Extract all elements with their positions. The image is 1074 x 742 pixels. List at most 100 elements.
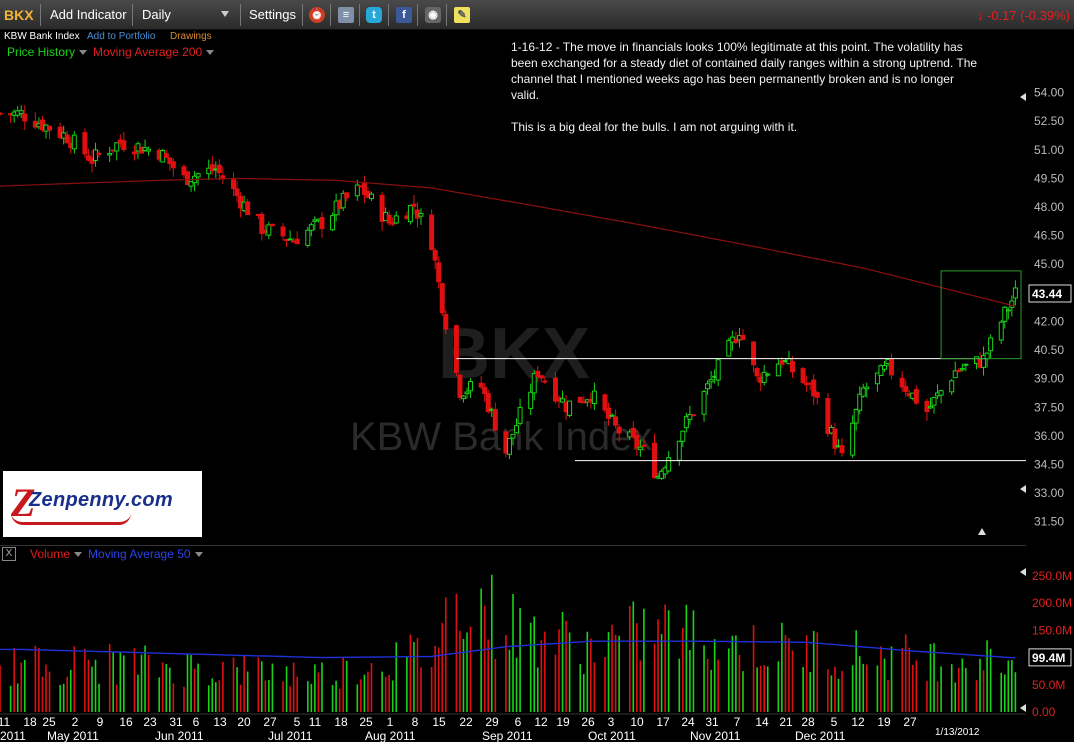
candle-body — [740, 334, 746, 340]
candle-body — [913, 389, 919, 404]
month-label: 2011 — [0, 729, 26, 742]
candle-body — [765, 373, 771, 376]
candle-body — [245, 201, 251, 216]
candle-body — [269, 223, 275, 226]
candle-body — [468, 380, 474, 392]
candle-body — [984, 352, 990, 360]
scroll-up-icon — [978, 528, 986, 535]
month-label: May 2011 — [47, 729, 99, 742]
candle-body — [789, 361, 795, 373]
candle-body — [800, 368, 806, 383]
candle-body — [715, 359, 721, 381]
candle-body — [0, 112, 3, 115]
date-tick-label: 24 — [681, 715, 695, 729]
price-tick-label: 40.50 — [1034, 343, 1064, 357]
zenpenny-logo: Z Zenpenny.com — [3, 471, 202, 537]
candle-body — [567, 400, 573, 416]
price-tick-label: 51.00 — [1034, 143, 1064, 157]
price-tick-label: 36.00 — [1034, 429, 1064, 443]
date-tick-label: 19 — [556, 715, 570, 729]
candle-body — [114, 142, 120, 152]
candle-body — [436, 262, 442, 283]
candle-body — [131, 151, 137, 155]
price-tick-label: 48.00 — [1034, 200, 1064, 214]
date-tick-label: 22 — [459, 715, 473, 729]
candle-body — [216, 164, 222, 174]
candle-body — [850, 422, 856, 456]
candle-body — [460, 395, 466, 400]
volume-tick-label: 200.0M — [1032, 596, 1072, 610]
candle-body — [857, 393, 863, 411]
candle-body — [47, 125, 53, 131]
candle-body — [107, 153, 113, 156]
candle-body — [528, 391, 534, 409]
candle-body — [195, 173, 201, 178]
volume-tick-label: 250.0M — [1032, 569, 1072, 583]
candle-body — [889, 358, 895, 376]
candle-body — [439, 283, 445, 314]
candle-body — [609, 414, 615, 417]
date-tick-label: 25 — [42, 715, 56, 729]
note-paragraph: 1-16-12 - The move in financials looks 1… — [511, 40, 978, 102]
candle-body — [616, 426, 622, 434]
candle-body — [82, 132, 88, 155]
moving-average-50-line — [0, 640, 1016, 659]
candle-body — [899, 377, 905, 388]
candle-body — [231, 179, 237, 190]
scroll-left-icon — [1020, 485, 1026, 493]
candle-body — [959, 368, 965, 371]
date-tick-label: 29 — [485, 715, 499, 729]
month-label: Nov 2011 — [690, 729, 741, 742]
date-tick-label: 14 — [755, 715, 769, 729]
candle-body — [411, 203, 417, 207]
date-tick-label: 27 — [903, 715, 917, 729]
price-tick-label: 37.50 — [1034, 400, 1064, 414]
logo-swoosh — [11, 513, 131, 525]
chevron-down-icon[interactable] — [74, 551, 83, 557]
price-tick-label: 34.50 — [1034, 457, 1064, 471]
candle-body — [492, 409, 498, 431]
candle-body — [482, 386, 488, 395]
close-icon[interactable]: X — [2, 547, 16, 561]
month-label: Jul 2011 — [268, 729, 313, 742]
axes: 54.00 52.50 51.00 49.50 48.00 46.50 45.00 42.00… — [0, 86, 1072, 742]
candle-body — [517, 407, 523, 424]
candle-body — [591, 390, 597, 404]
scroll-left-icon — [1020, 704, 1026, 712]
volume-tick-label: 50.0M — [1032, 678, 1065, 692]
date-tick-label: 18 — [334, 715, 348, 729]
candle-body — [418, 213, 424, 217]
candle-body — [294, 238, 300, 245]
last-volume-label: 99.4M — [1032, 651, 1065, 665]
price-tick-label: 42.00 — [1034, 314, 1064, 328]
candle-body — [853, 408, 859, 424]
candle-body — [963, 363, 969, 366]
candle-body — [680, 430, 686, 442]
candle-body — [542, 380, 548, 383]
candle-body — [998, 321, 1004, 341]
candle-body — [538, 375, 544, 379]
legend-moving-average-50[interactable]: Moving Average 50 — [88, 547, 191, 561]
candle-body — [881, 364, 887, 370]
date-tick-label: 7 — [734, 715, 741, 729]
month-label: Dec 2011 — [795, 729, 846, 742]
candle-body — [18, 110, 24, 114]
candle-body — [393, 215, 399, 224]
price-tick-label: 31.50 — [1034, 515, 1064, 529]
date-tick-label: 13 — [213, 715, 227, 729]
date-tick-label: 18 — [23, 715, 37, 729]
chevron-down-icon[interactable] — [194, 551, 203, 557]
month-label: Sep 2011 — [482, 729, 533, 742]
candle-body — [690, 414, 696, 417]
candle-body — [514, 425, 520, 434]
volume-legend: Volume Moving Average 50 — [30, 547, 209, 561]
date-tick-label: 12 — [851, 715, 865, 729]
candle-body — [938, 390, 944, 396]
candle-body — [93, 149, 99, 162]
candle-body — [170, 161, 176, 169]
candle-body — [560, 398, 566, 403]
legend-volume[interactable]: Volume — [30, 547, 70, 561]
candle-body — [429, 214, 435, 251]
candle-body — [754, 368, 760, 377]
month-label: Jun 2011 — [155, 729, 204, 742]
